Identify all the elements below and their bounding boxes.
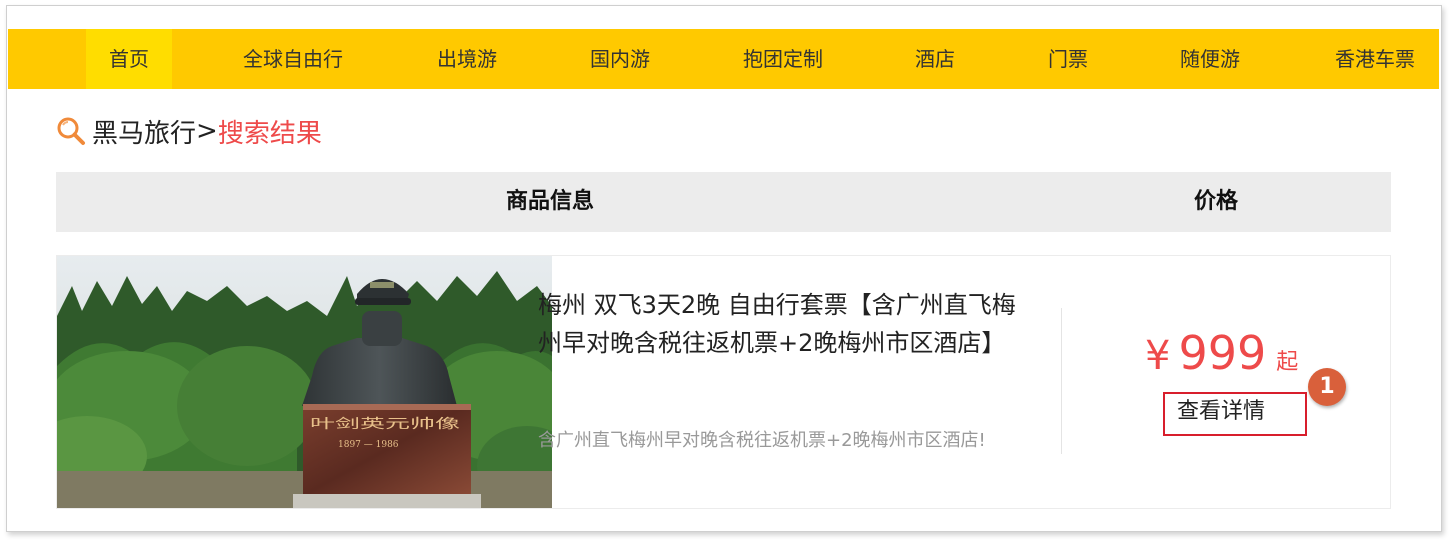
product-image[interactable]: 叶剑英元帅像 1897 — 1986 [57,256,552,508]
statue-photo: 叶剑英元帅像 1897 — 1986 [57,256,552,508]
breadcrumb-current: 搜索结果 [217,118,322,149]
price-value: 999 [1178,326,1267,380]
column-divider [1061,308,1062,454]
product-title[interactable]: 梅州 双飞3天2晚 自由行套票【含广州直飞梅州早对晚含税往返机票+2晚梅州市区酒… [538,286,1038,362]
results-table-header: 商品信息 价格 [56,172,1391,232]
nav-item-group-custom[interactable]: 抱团定制 [723,29,843,89]
nav-item-outbound-tour[interactable]: 出境游 [417,29,517,89]
statue-years: 1897 — 1986 [338,440,399,450]
price-suffix: 起 [1276,350,1299,375]
nav-item-hk-bus-tickets[interactable]: 香港车票 [1322,29,1428,89]
header-product-info: 商品信息 [506,189,595,214]
view-details-button[interactable]: 查看详情 [1163,392,1307,436]
breadcrumb-separator: > [196,116,218,146]
product-row: 叶剑英元帅像 1897 — 1986 梅州 双飞3天2晚 自由行套票【含广州直飞… [56,255,1391,509]
step-marker-badge: 1 [1308,368,1346,406]
top-navigation: 首页 全球自由行 出境游 国内游 抱团定制 酒店 门票 随便游 香港车票 [8,29,1439,89]
product-description: 含广州直飞梅州早对晚含税往返机票+2晚梅州市区酒店! [538,430,986,451]
breadcrumb: 黑马旅行 > 搜索结果 [55,113,322,149]
nav-item-casual-tour[interactable]: 随便游 [1160,29,1260,89]
nav-item-domestic-tour[interactable]: 国内游 [570,29,670,89]
nav-item-global-free-travel[interactable]: 全球自由行 [223,29,363,89]
search-icon [57,117,85,145]
price-currency: ¥ [1145,333,1171,379]
nav-item-hotel[interactable]: 酒店 [895,29,975,89]
product-price: ¥999 起 [1145,326,1298,380]
nav-item-home[interactable]: 首页 [86,29,172,89]
statue-inscription: 叶剑英元帅像 [310,416,460,432]
nav-item-tickets[interactable]: 门票 [1028,29,1108,89]
breadcrumb-home[interactable]: 黑马旅行 [92,113,196,150]
header-price: 价格 [1194,189,1239,214]
